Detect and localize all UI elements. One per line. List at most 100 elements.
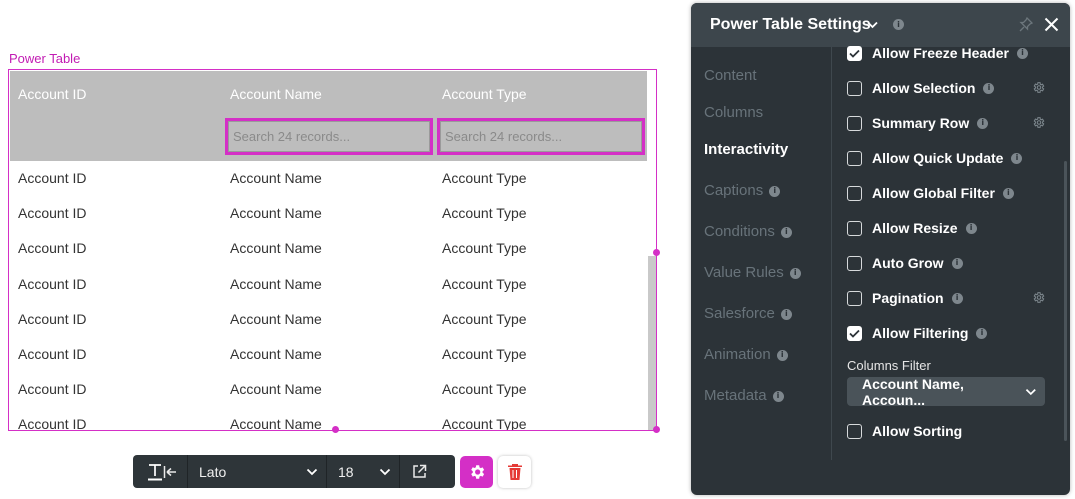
summary-row-settings-gear-icon[interactable] bbox=[1032, 116, 1045, 129]
option-allow-quick-update[interactable]: Allow Quick Update i bbox=[847, 148, 1023, 168]
checkbox[interactable] bbox=[847, 255, 862, 271]
option-allow-sorting[interactable]: Allow Sorting bbox=[847, 421, 962, 441]
info-icon[interactable]: i bbox=[965, 222, 977, 234]
info-icon[interactable]: i bbox=[769, 185, 781, 197]
panel-title[interactable]: Power Table Settings bbox=[710, 16, 871, 34]
nav-item-columns[interactable]: Columns bbox=[704, 104, 763, 121]
resize-handle-bottom[interactable] bbox=[332, 426, 339, 433]
columns-filter-select[interactable]: Account Name, Accoun... bbox=[847, 375, 1045, 408]
info-icon[interactable]: i bbox=[976, 327, 988, 339]
info-icon[interactable]: i bbox=[1016, 47, 1028, 59]
nav-item-animation[interactable]: Animation i bbox=[704, 346, 788, 363]
cell-account-name: Account Name bbox=[230, 240, 322, 257]
font-family-select[interactable]: Lato bbox=[188, 455, 326, 488]
info-icon[interactable]: i bbox=[1011, 152, 1023, 164]
table-row[interactable]: Account ID Account Name Account Type bbox=[10, 267, 647, 302]
panel-scrollbar[interactable] bbox=[1064, 161, 1067, 441]
info-icon[interactable]: i bbox=[983, 82, 995, 94]
checkbox[interactable] bbox=[847, 115, 862, 131]
delete-button[interactable] bbox=[498, 456, 531, 488]
column-header-account-name[interactable]: Account Name bbox=[230, 86, 322, 102]
align-left-icon bbox=[163, 465, 176, 478]
info-icon[interactable]: i bbox=[951, 257, 963, 269]
gear-icon bbox=[470, 465, 484, 479]
info-icon[interactable]: i bbox=[893, 19, 904, 30]
option-allow-global-filter[interactable]: Allow Global Filter i bbox=[847, 183, 1014, 203]
chevron-down-icon bbox=[1026, 388, 1037, 395]
nav-item-conditions[interactable]: Conditions i bbox=[704, 223, 792, 240]
info-icon[interactable]: i bbox=[977, 117, 989, 129]
checkbox-checked[interactable] bbox=[847, 45, 862, 61]
nav-item-captions[interactable]: Captions i bbox=[704, 182, 781, 199]
option-auto-grow[interactable]: Auto Grow i bbox=[847, 253, 963, 273]
option-summary-row[interactable]: Summary Row i bbox=[847, 113, 989, 133]
cell-account-name: Account Name bbox=[230, 275, 322, 292]
table-row[interactable]: Account ID Account Name Account Type bbox=[10, 302, 647, 337]
cell-account-id: Account ID bbox=[18, 345, 87, 362]
power-table[interactable]: Account ID Account Name Account Type Acc… bbox=[8, 69, 657, 431]
option-allow-resize[interactable]: Allow Resize i bbox=[847, 218, 977, 238]
element-toolbar: Lato 18 bbox=[133, 455, 455, 488]
open-external-button[interactable] bbox=[400, 455, 438, 488]
table-row[interactable]: Account ID Account Name Account Type bbox=[10, 196, 647, 231]
option-pagination[interactable]: Pagination i bbox=[847, 288, 963, 308]
nav-item-metadata[interactable]: Metadata i bbox=[704, 387, 784, 404]
nav-item-salesforce[interactable]: Salesforce i bbox=[704, 305, 792, 322]
cell-account-name: Account Name bbox=[230, 170, 322, 186]
checkbox[interactable] bbox=[847, 80, 862, 96]
table-row[interactable]: Account ID Account Name Account Type bbox=[10, 161, 647, 196]
table-row[interactable]: Account ID Account Name Account Type bbox=[10, 372, 647, 407]
pin-icon[interactable] bbox=[1019, 17, 1033, 32]
resize-handle-right[interactable] bbox=[653, 249, 660, 256]
table-scrollbar[interactable] bbox=[648, 256, 656, 430]
info-icon[interactable]: i bbox=[780, 308, 792, 320]
nav-item-content[interactable]: Content bbox=[704, 67, 757, 84]
option-allow-filtering[interactable]: Allow Filtering i bbox=[847, 323, 988, 343]
info-icon[interactable]: i bbox=[1002, 187, 1014, 199]
checkbox[interactable] bbox=[847, 423, 862, 439]
close-icon[interactable] bbox=[1044, 17, 1059, 32]
info-icon[interactable]: i bbox=[776, 349, 788, 361]
align-left-button[interactable] bbox=[157, 455, 183, 488]
nav-label: Value Rules bbox=[704, 264, 784, 281]
checkbox-checked[interactable] bbox=[847, 325, 862, 341]
nav-item-value-rules[interactable]: Value Rules i bbox=[704, 264, 801, 281]
trash-icon bbox=[507, 464, 522, 480]
table-row[interactable]: Account ID Account Name Account Type bbox=[10, 407, 647, 431]
column-header-account-id[interactable]: Account ID bbox=[18, 86, 86, 102]
checkbox[interactable] bbox=[847, 185, 862, 201]
search-account-name-wrapper bbox=[225, 118, 433, 155]
selection-settings-gear-icon[interactable] bbox=[1032, 81, 1045, 94]
option-label: Allow Selection bbox=[872, 80, 976, 96]
option-allow-freeze-header[interactable]: Allow Freeze Header i bbox=[847, 43, 1028, 63]
option-allow-selection[interactable]: Allow Selection i bbox=[847, 78, 995, 98]
cell-account-name: Account Name bbox=[230, 205, 322, 222]
nav-label: Interactivity bbox=[704, 141, 789, 158]
column-header-account-type[interactable]: Account Type bbox=[442, 86, 527, 102]
table-body: Account ID Account Name Account Type Acc… bbox=[10, 161, 647, 431]
info-icon[interactable]: i bbox=[772, 390, 784, 402]
table-row[interactable]: Account ID Account Name Account Type bbox=[10, 231, 647, 266]
cell-account-id: Account ID bbox=[18, 416, 87, 431]
cell-account-type: Account Type bbox=[442, 416, 527, 431]
search-account-name-input[interactable] bbox=[228, 121, 430, 152]
table-row[interactable]: Account ID Account Name Account Type bbox=[10, 337, 647, 372]
chevron-down-icon[interactable] bbox=[867, 21, 878, 29]
check-icon bbox=[849, 329, 860, 338]
checkbox[interactable] bbox=[847, 150, 862, 166]
info-icon[interactable]: i bbox=[789, 267, 801, 279]
pagination-settings-gear-icon[interactable] bbox=[1032, 291, 1045, 304]
check-icon bbox=[849, 49, 860, 58]
checkbox[interactable] bbox=[847, 220, 862, 236]
settings-button[interactable] bbox=[460, 456, 493, 488]
info-icon[interactable]: i bbox=[951, 292, 963, 304]
resize-handle-bottom-right[interactable] bbox=[653, 426, 660, 433]
search-account-type-input[interactable] bbox=[440, 121, 642, 152]
font-size-select[interactable]: 18 bbox=[327, 455, 399, 488]
nav-label: Conditions bbox=[704, 223, 775, 240]
info-icon[interactable]: i bbox=[780, 226, 792, 238]
columns-filter-value: Account Name, Accoun... bbox=[862, 375, 964, 408]
nav-item-interactivity[interactable]: Interactivity bbox=[704, 141, 788, 158]
cell-account-type: Account Type bbox=[442, 345, 527, 362]
checkbox[interactable] bbox=[847, 290, 862, 306]
